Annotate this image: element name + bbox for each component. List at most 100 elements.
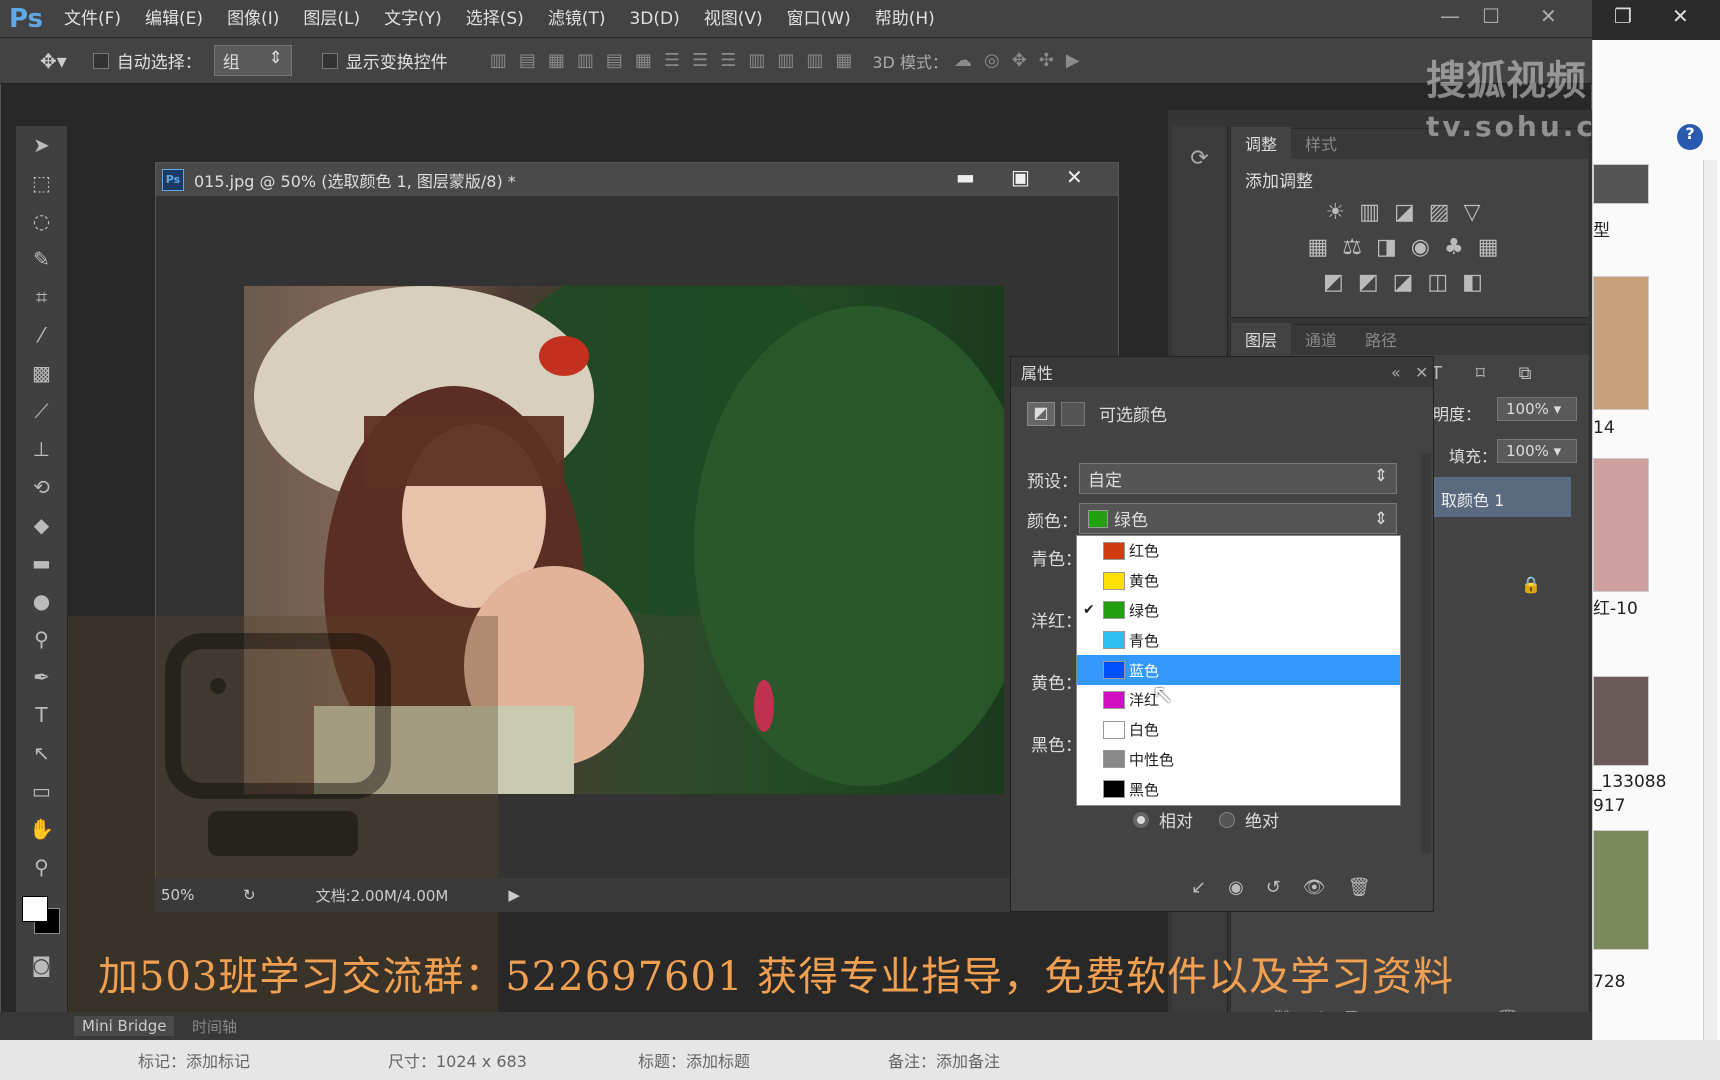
move-tool-icon[interactable]: ➤ (16, 126, 67, 164)
maximize-icon[interactable]: ☐ (1482, 4, 1500, 28)
gradient-tool-icon[interactable]: ▬ (16, 544, 67, 582)
doc-maximize-icon[interactable]: ▣ (1011, 165, 1030, 189)
move-tool-icon[interactable]: ✥▾ (40, 49, 67, 73)
auto-select-dropdown[interactable]: 组 ⇕ (213, 45, 292, 76)
align-icons[interactable]: ▥ ▤ ▦ ▥ ▤ ▦ ☰ ☰ ☰ ▥ ▥ ▥ ▦ (484, 50, 859, 71)
zoom-tool-icon[interactable]: ⚲ (16, 848, 67, 886)
foreground-color-swatch[interactable] (22, 896, 48, 922)
color-option[interactable]: 黄色 (1077, 566, 1400, 596)
radio-relative[interactable]: 相对 (1133, 807, 1193, 832)
thumbnail-4[interactable] (1593, 676, 1649, 766)
menu-select[interactable]: 选择(S) (454, 0, 536, 38)
history-brush-icon[interactable]: ⟲ (16, 468, 67, 506)
close-icon[interactable]: ✕ (1540, 4, 1557, 28)
color-swatches[interactable] (16, 886, 67, 946)
status-arrow-icon[interactable]: ▶ (508, 886, 520, 904)
menu-filter[interactable]: 滤镜(T) (536, 0, 618, 38)
tab-timeline[interactable]: 时间轴 (192, 1016, 237, 1037)
color-option[interactable]: 青色 (1077, 625, 1400, 655)
healing-brush-icon[interactable]: ▩ (16, 354, 67, 392)
menu-file[interactable]: 文件(F) (52, 0, 133, 38)
thumbnail-3[interactable] (1593, 458, 1649, 592)
menu-help[interactable]: 帮助(H) (863, 0, 947, 38)
color-dropdown[interactable]: 绿色 ⇕ (1079, 503, 1397, 534)
pen-tool-icon[interactable]: ✒ (16, 658, 67, 696)
stamp-tool-icon[interactable]: ⊥ (16, 430, 67, 468)
show-transform-checkbox[interactable] (321, 52, 338, 69)
color-option[interactable]: 红色 (1077, 536, 1400, 566)
panel-collapse-icon[interactable]: « (1391, 363, 1401, 382)
note-field[interactable]: 备注：添加备注 (888, 1048, 1000, 1072)
properties-footer-icons[interactable]: ↙◉↺👁🗑 (1191, 877, 1393, 898)
color-option[interactable]: 黑色 (1077, 774, 1400, 804)
adjust-icons-row-2[interactable]: ▦⚖◨◉♣▦ (1231, 235, 1589, 260)
explorer-close-icon[interactable]: ✕ (1672, 4, 1689, 28)
rectangle-tool-icon[interactable]: ▭ (16, 772, 67, 810)
layer-filter-icons[interactable]: T ⌑ ⧉ (1431, 363, 1546, 384)
marquee-tool-icon[interactable]: ⬚ (16, 164, 67, 202)
menu-layer[interactable]: 图层(L) (291, 0, 372, 38)
brush-tool-icon[interactable]: ⟋ (16, 392, 67, 430)
quick-mask-icon[interactable]: ◙ (16, 946, 67, 984)
type-tool-icon[interactable]: T (16, 696, 67, 734)
tab-adjustments[interactable]: 调整 (1231, 127, 1292, 159)
menu-image[interactable]: 图像(I) (215, 0, 291, 38)
tab-mini-bridge[interactable]: Mini Bridge (74, 1016, 175, 1036)
tab-styles[interactable]: 样式 (1291, 127, 1351, 159)
export-icon[interactable]: ↻ (243, 886, 256, 904)
adjustment-icon[interactable]: ◩ (1027, 401, 1055, 426)
document-title-bar[interactable]: Ps 015.jpg @ 50% (选取颜色 1, 图层蒙版/8) * ▬ ▣ … (156, 163, 1118, 197)
color-option[interactable]: 洋红 (1077, 685, 1400, 715)
path-select-icon[interactable]: ↖ (16, 734, 67, 772)
panel-close-icon[interactable]: ✕ (1415, 363, 1428, 382)
color-option[interactable]: 白色 (1077, 715, 1400, 745)
eraser-tool-icon[interactable]: ◆ (16, 506, 67, 544)
title-field[interactable]: 标题：添加标题 (638, 1048, 888, 1072)
dodge-tool-icon[interactable]: ⚲ (16, 620, 67, 658)
opacity-field[interactable]: 100% ▾ (1497, 397, 1577, 421)
thumbnail-1[interactable] (1593, 164, 1649, 204)
radio-absolute[interactable]: 绝对 (1219, 807, 1279, 832)
minimize-icon[interactable]: — (1440, 4, 1460, 28)
thumbnail-2[interactable] (1593, 276, 1649, 410)
thumbnail-5[interactable] (1593, 830, 1649, 950)
color-option[interactable]: 蓝色 (1077, 655, 1400, 685)
doc-minimize-icon[interactable]: ▬ (956, 165, 975, 189)
menu-type[interactable]: 文字(Y) (372, 0, 454, 38)
eyedropper-icon[interactable]: ⁄ (16, 316, 67, 354)
hand-tool-icon[interactable]: ✋ (16, 810, 67, 848)
crop-tool-icon[interactable]: ⌗ (16, 278, 67, 316)
radio-relative-dot[interactable] (1133, 811, 1149, 828)
menu-window[interactable]: 窗口(W) (775, 0, 863, 38)
fill-field[interactable]: 100% ▾ (1497, 439, 1577, 463)
3d-mode-icons[interactable]: ☁ ◎ ✥ ✣ ▶ (948, 50, 1086, 71)
color-option[interactable]: ✔ 绿色 (1077, 596, 1400, 626)
tab-channels[interactable]: 通道 (1291, 323, 1351, 355)
zoom-level[interactable]: 50% (161, 886, 231, 904)
quick-select-icon[interactable]: ✎ (16, 240, 67, 278)
blur-tool-icon[interactable]: ● (16, 582, 67, 620)
auto-select-checkbox[interactable] (92, 52, 109, 69)
radio-absolute-dot[interactable] (1219, 811, 1235, 828)
adjust-icons-row-3[interactable]: ◩◩◪◫◧ (1231, 270, 1589, 295)
color-option[interactable]: 中性色 (1077, 745, 1400, 775)
properties-tab[interactable]: 属性 « ✕ (1011, 357, 1433, 387)
menu-3d[interactable]: 3D(D) (617, 0, 691, 38)
explorer-restore-icon[interactable]: ❐ (1614, 4, 1632, 28)
menu-edit[interactable]: 编辑(E) (133, 0, 215, 38)
mask-icon[interactable] (1061, 401, 1085, 426)
tag-field[interactable]: 标记：添加标记 (138, 1048, 388, 1072)
history-icon[interactable]: ⟳ (1172, 146, 1227, 171)
help-icon[interactable]: ? (1677, 124, 1703, 150)
doc-close-icon[interactable]: ✕ (1066, 165, 1083, 189)
preset-dropdown[interactable]: 自定 ⇕ (1079, 463, 1397, 494)
properties-scrollbar[interactable] (1421, 453, 1431, 853)
tab-layers[interactable]: 图层 (1231, 323, 1292, 355)
adjust-icons-row-1[interactable]: ☀▥◪▨▽ (1231, 200, 1589, 225)
doc-info[interactable]: 文档:2.00M/4.00M (316, 885, 449, 906)
menu-view[interactable]: 视图(V) (692, 0, 775, 38)
lock-icon[interactable]: 🔒 (1521, 575, 1541, 594)
lasso-tool-icon[interactable]: ◌ (16, 202, 67, 240)
explorer-scrollbar[interactable] (1703, 160, 1717, 1040)
tab-paths[interactable]: 路径 (1351, 323, 1411, 355)
